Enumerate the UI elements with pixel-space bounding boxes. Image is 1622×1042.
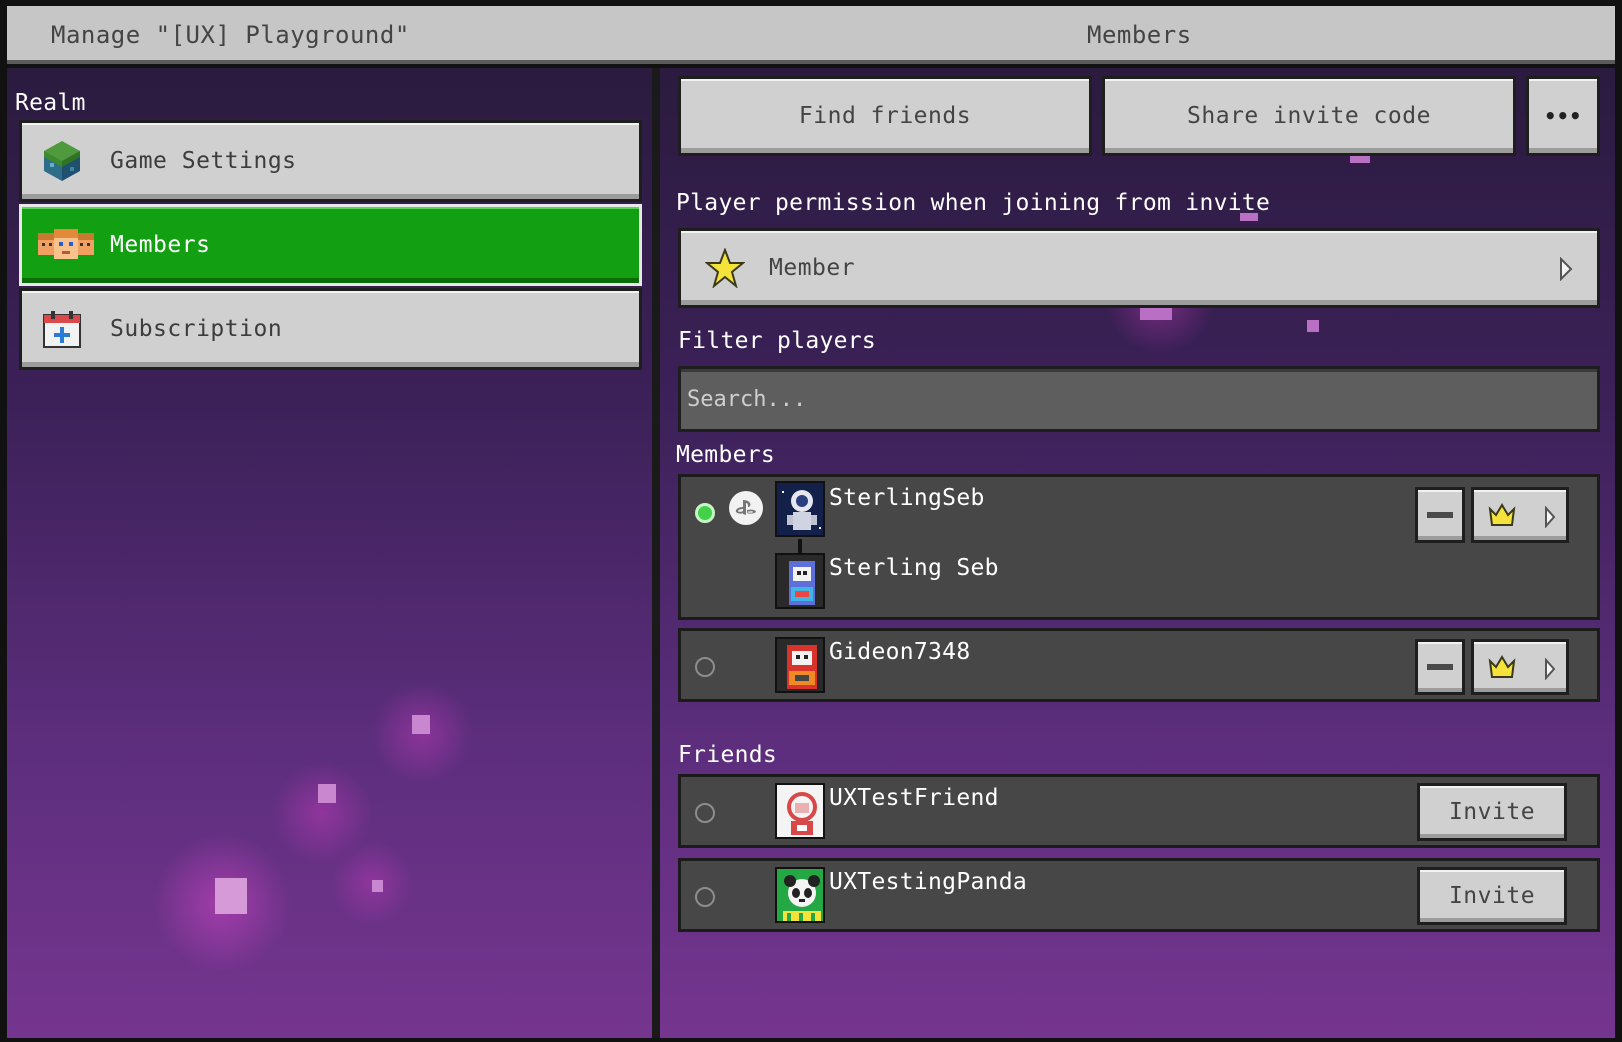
screen: Manage "[UX] Playground" Members Realm G…: [0, 0, 1622, 1042]
player-name: SterlingSeb: [829, 485, 985, 511]
linked-account-connector: [798, 539, 802, 553]
section-label-filter: Filter players: [678, 328, 877, 354]
pane-divider: [652, 68, 660, 1038]
sidebar-item-label: Subscription: [110, 316, 283, 342]
remove-member-button[interactable]: [1415, 487, 1465, 543]
background-sparkle: [1307, 320, 1319, 332]
invite-button[interactable]: Invite: [1417, 867, 1567, 925]
chevron-right-icon: [1559, 257, 1573, 281]
avatar: [775, 637, 825, 693]
section-label-friends: Friends: [678, 742, 778, 768]
offline-status-icon: [695, 803, 715, 823]
crown-icon: [1488, 655, 1516, 679]
members-panel: Find friends Share invite code ••• Playe…: [660, 68, 1615, 1038]
player-name: Gideon7348: [829, 639, 971, 665]
sidebar: Realm Game Settings Members Subscription: [7, 68, 652, 1038]
members-icon: [38, 223, 94, 267]
member-role-button[interactable]: [1471, 487, 1569, 543]
more-options-button[interactable]: •••: [1526, 76, 1600, 156]
sidebar-item-members[interactable]: Members: [19, 204, 642, 286]
star-icon: [705, 248, 745, 288]
section-label-permission: Player permission when joining from invi…: [676, 190, 1271, 216]
sidebar-item-label: Members: [110, 232, 211, 258]
background-sparkle: [1140, 308, 1172, 320]
friend-row: UXTestingPanda Invite: [678, 858, 1600, 932]
avatar: [775, 481, 825, 537]
minus-icon: [1427, 664, 1453, 670]
search-input[interactable]: [678, 366, 1600, 432]
grass-block-icon: [40, 139, 84, 183]
page-title: Members: [1087, 21, 1192, 49]
avatar: [775, 783, 825, 839]
sidebar-item-label: Game Settings: [110, 148, 297, 174]
chevron-right-icon: [1544, 658, 1556, 680]
player-name: UXTestingPanda: [829, 869, 1028, 895]
sidebar-item-subscription[interactable]: Subscription: [19, 288, 642, 370]
player-name: UXTestFriend: [829, 785, 999, 811]
calendar-icon: [40, 307, 84, 351]
avatar: [775, 553, 825, 609]
online-status-icon: [695, 503, 715, 523]
remove-member-button[interactable]: [1415, 639, 1465, 695]
member-row: Gideon7348: [678, 628, 1600, 702]
title-bar: Manage "[UX] Playground" Members: [7, 6, 1615, 64]
invite-button[interactable]: Invite: [1417, 783, 1567, 841]
window-title: Manage "[UX] Playground": [51, 21, 410, 49]
member-row: SterlingSeb Sterling Seb: [678, 474, 1600, 620]
member-role-button[interactable]: [1471, 639, 1569, 695]
sidebar-item-game-settings[interactable]: Game Settings: [19, 120, 642, 202]
find-friends-button[interactable]: Find friends: [678, 76, 1092, 156]
section-label-realm: Realm: [15, 90, 86, 116]
friend-row: UXTestFriend Invite: [678, 774, 1600, 848]
offline-status-icon: [695, 657, 715, 677]
background-sparkle: [412, 715, 430, 734]
playstation-icon: [729, 491, 763, 525]
chevron-right-icon: [1544, 506, 1556, 528]
permission-value: Member: [769, 255, 856, 281]
share-invite-code-button[interactable]: Share invite code: [1102, 76, 1516, 156]
player-secondary-name: Sterling Seb: [829, 555, 999, 581]
crown-icon: [1488, 503, 1516, 527]
background-sparkle: [318, 784, 336, 803]
permission-dropdown[interactable]: Member: [678, 228, 1600, 308]
avatar: [775, 867, 825, 923]
offline-status-icon: [695, 887, 715, 907]
background-sparkle: [215, 878, 247, 914]
section-label-members: Members: [676, 442, 776, 468]
minus-icon: [1427, 512, 1453, 518]
background-sparkle: [372, 880, 383, 892]
